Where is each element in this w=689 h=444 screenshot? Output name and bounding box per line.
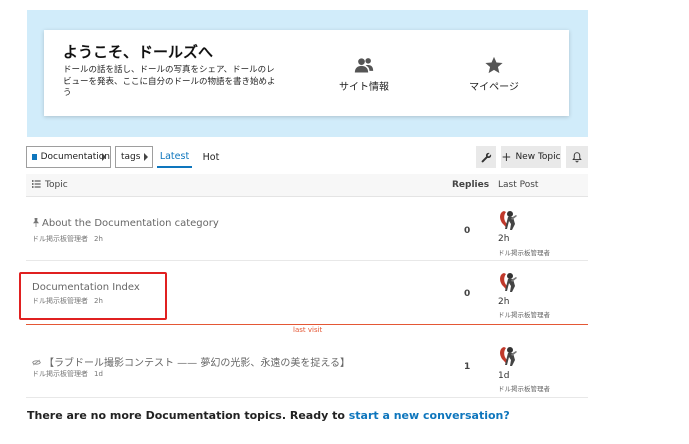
topic-age: 2h bbox=[94, 235, 103, 243]
caret-right-icon bbox=[144, 153, 148, 161]
reply-count[interactable]: 1 bbox=[464, 362, 470, 372]
highlight-box bbox=[19, 272, 167, 320]
pin-icon bbox=[33, 218, 39, 227]
list-icon bbox=[32, 180, 41, 188]
users-icon bbox=[354, 58, 374, 73]
topic-navigation: Documentation tags Latest Hot + New Topi… bbox=[26, 146, 588, 168]
topic-column-header[interactable]: Topic bbox=[32, 180, 68, 190]
no-more-topics-message: There are no more Documentation topics. … bbox=[27, 409, 510, 422]
topic-title-text: About the Documentation category bbox=[42, 218, 219, 229]
site-info-label: サイト情報 bbox=[339, 82, 389, 93]
footer-text: There are no more Documentation topics. … bbox=[27, 409, 349, 422]
last-visit-label: last visit bbox=[293, 326, 323, 334]
last-post-time[interactable]: 1d bbox=[498, 371, 509, 381]
tab-hot[interactable]: Hot bbox=[200, 146, 222, 168]
topic-link[interactable]: About the Documentation category bbox=[32, 218, 219, 229]
table-row: 【ラブドール撮影コンテスト —— 夢幻の光影、永遠の美を捉える】 ドル掲示板管理… bbox=[26, 337, 588, 398]
new-topic-button[interactable]: + New Topic bbox=[501, 146, 561, 168]
user-avatar[interactable] bbox=[498, 209, 518, 231]
user-avatar[interactable] bbox=[498, 271, 518, 293]
tab-latest[interactable]: Latest bbox=[157, 146, 192, 168]
last-post-time[interactable]: 2h bbox=[498, 297, 509, 307]
bell-icon bbox=[572, 151, 582, 162]
new-topic-label: New Topic bbox=[515, 152, 561, 162]
user-avatar[interactable] bbox=[498, 345, 518, 367]
last-post-column-header[interactable]: Last Post bbox=[498, 180, 538, 190]
topic-header-label: Topic bbox=[45, 180, 68, 190]
my-page-link[interactable]: マイページ bbox=[449, 56, 539, 93]
topic-meta: ドル掲示板管理者 2h bbox=[32, 234, 103, 244]
caret-right-icon bbox=[102, 153, 106, 161]
replies-column-header[interactable]: Replies bbox=[452, 180, 489, 190]
topic-list-header: Topic Replies Last Post bbox=[26, 174, 588, 197]
reply-count[interactable]: 0 bbox=[464, 226, 470, 236]
reply-count[interactable]: 0 bbox=[464, 289, 470, 299]
category-dropdown-label: Documentation bbox=[40, 152, 110, 162]
my-page-label: マイページ bbox=[469, 82, 519, 93]
category-dropdown[interactable]: Documentation bbox=[26, 146, 111, 168]
topic-title-text: 【ラブドール撮影コンテスト —— 夢幻の光影、永遠の美を捉える】 bbox=[44, 358, 351, 369]
tags-dropdown-label: tags bbox=[121, 152, 141, 162]
topic-age: 1d bbox=[94, 370, 103, 378]
last-post-user[interactable]: ドル掲示板管理者 bbox=[498, 383, 550, 393]
tags-dropdown[interactable]: tags bbox=[115, 146, 153, 168]
site-info-link[interactable]: サイト情報 bbox=[319, 56, 409, 93]
wrench-icon bbox=[481, 152, 491, 162]
topic-author[interactable]: ドル掲示板管理者 bbox=[32, 235, 88, 243]
plus-icon: + bbox=[501, 150, 512, 164]
notifications-button[interactable] bbox=[566, 146, 588, 168]
last-post-user[interactable]: ドル掲示板管理者 bbox=[498, 309, 550, 319]
welcome-description: ドールの話を話し、ドールの写真をシェア、ドールのレビューを発表、ここに自分のドー… bbox=[63, 65, 276, 98]
welcome-title: ようこそ、ドールズへ bbox=[63, 43, 214, 61]
topic-meta: ドル掲示板管理者 1d bbox=[32, 369, 103, 379]
welcome-card: ようこそ、ドールズへ ドールの話を話し、ドールの写真をシェア、ドールのレビューを… bbox=[44, 30, 569, 116]
star-icon bbox=[485, 56, 503, 74]
topic-link[interactable]: 【ラブドール撮影コンテスト —— 夢幻の光影、永遠の美を捉える】 bbox=[32, 354, 350, 369]
table-row: About the Documentation category ドル掲示板管理… bbox=[26, 198, 588, 261]
last-post-time[interactable]: 2h bbox=[498, 234, 509, 244]
wrench-button[interactable] bbox=[476, 146, 496, 168]
last-visit-divider bbox=[26, 324, 588, 325]
last-post-user[interactable]: ドル掲示板管理者 bbox=[498, 247, 550, 257]
start-conversation-link[interactable]: start a new conversation? bbox=[349, 409, 510, 422]
topic-author[interactable]: ドル掲示板管理者 bbox=[32, 370, 88, 378]
category-color-swatch bbox=[32, 154, 37, 160]
unlisted-icon bbox=[32, 359, 41, 366]
